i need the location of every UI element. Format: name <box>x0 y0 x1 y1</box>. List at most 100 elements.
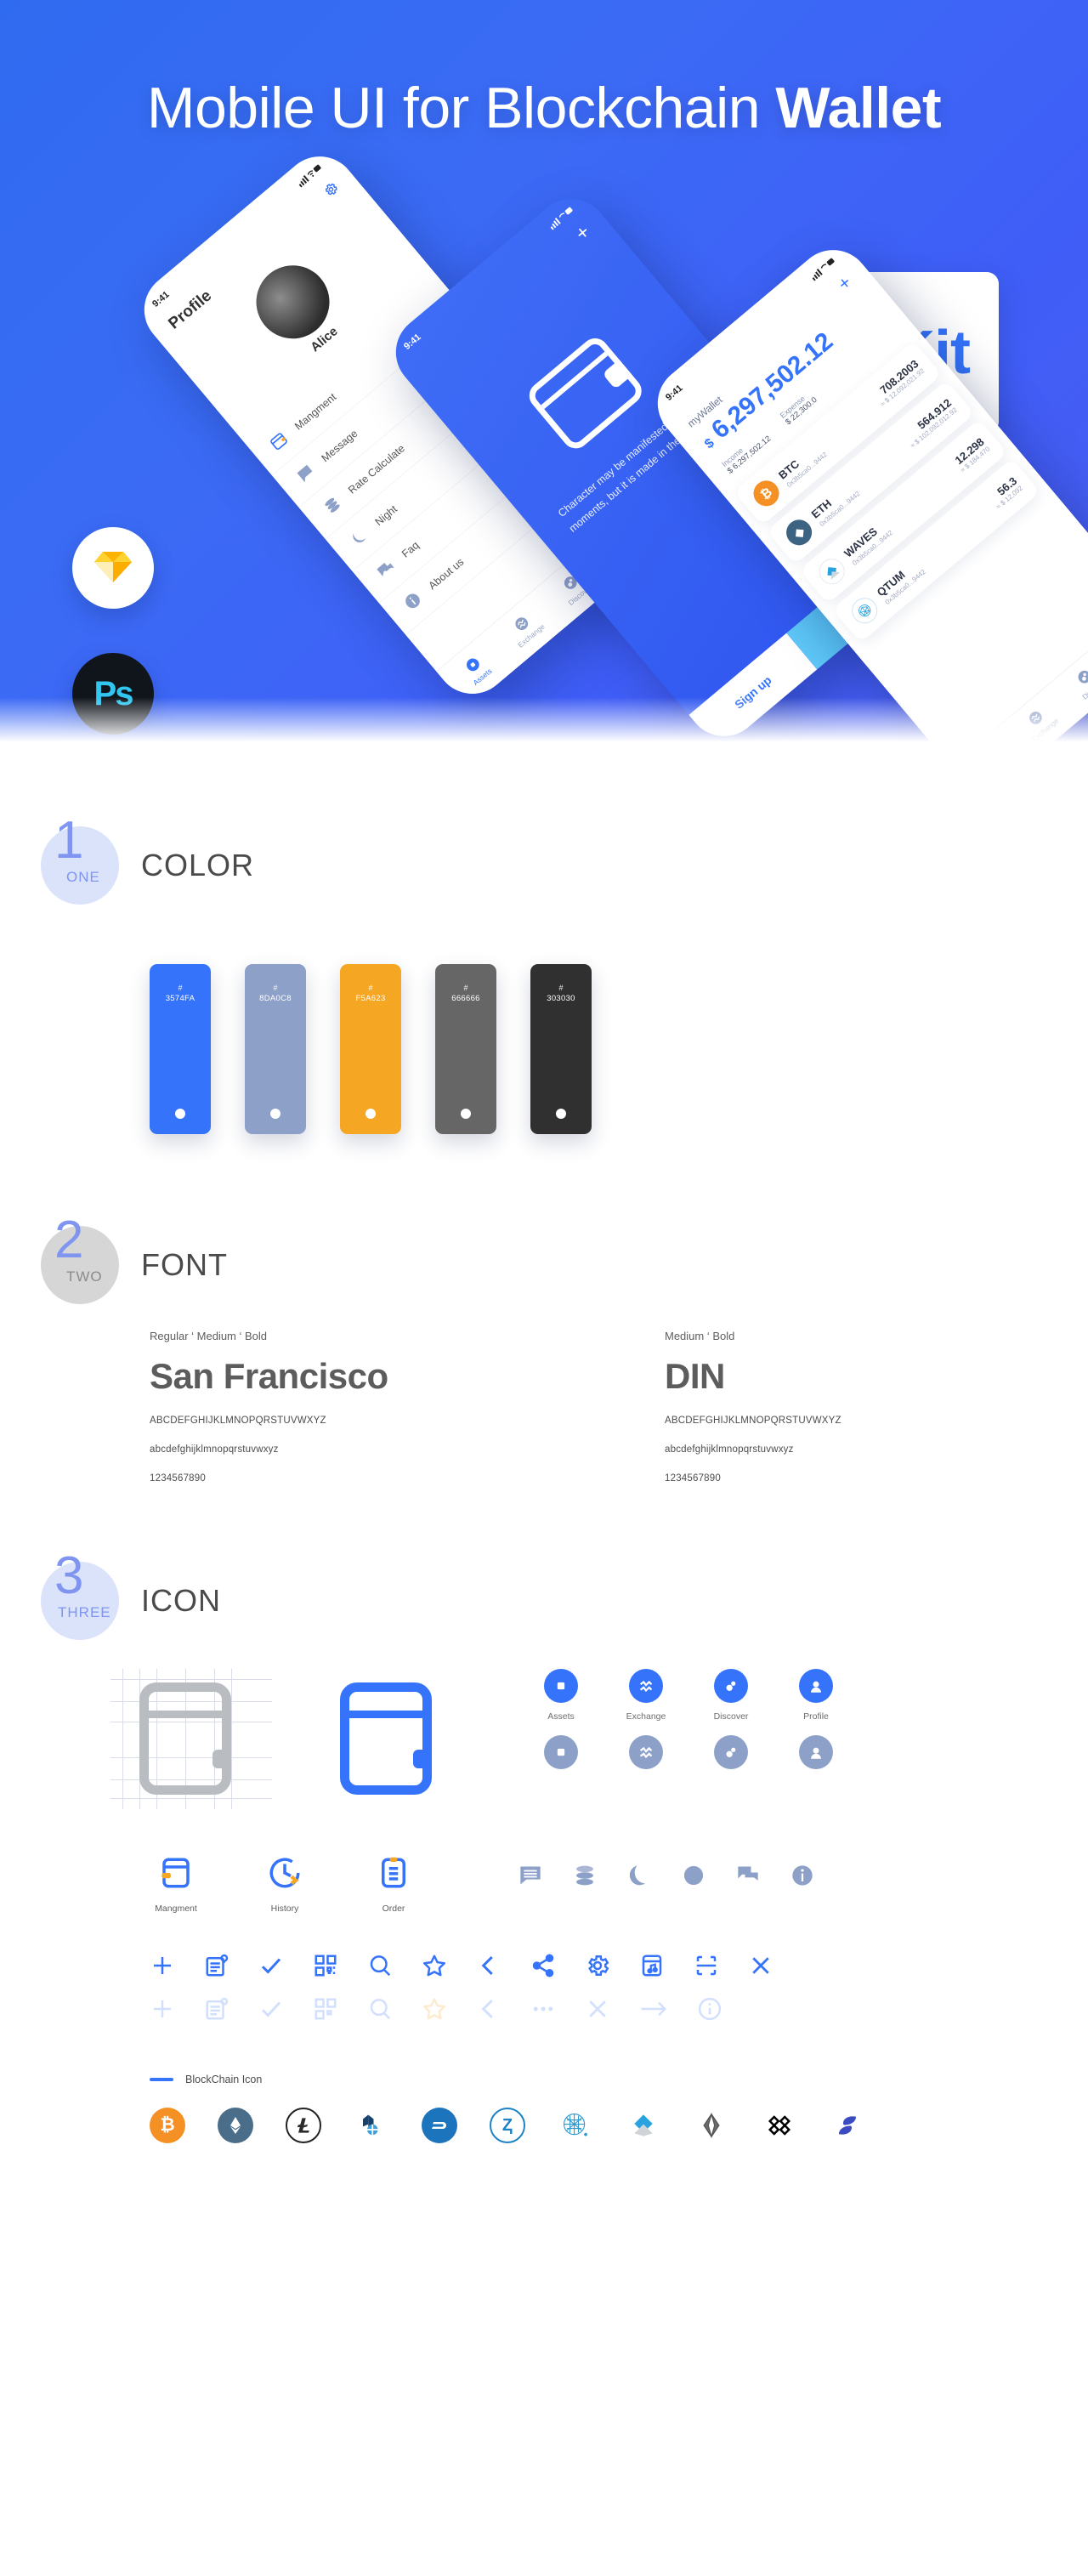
wallet-icon-blue-wrap <box>332 1669 459 1809</box>
swatch-hex: 3574FA <box>165 993 196 1003</box>
plus-icon[interactable]: + <box>571 220 596 246</box>
icon-label: Mangment <box>155 1904 197 1914</box>
icon-order[interactable]: Order <box>362 1855 425 1914</box>
wallet-grid-construction-icon <box>110 1669 272 1809</box>
bitcoin-icon[interactable]: ₿ <box>150 2108 185 2143</box>
icon-mangment[interactable]: Mangment <box>144 1855 207 1914</box>
nav-icon-row-inactive <box>536 1735 842 1769</box>
section-word: THREE <box>58 1604 111 1620</box>
rate-calculate-icon[interactable] <box>573 1864 597 1892</box>
plus-icon[interactable] <box>150 1953 175 1983</box>
gray-icon-row <box>518 1855 814 1892</box>
ethereum-icon[interactable] <box>218 2108 253 2143</box>
nav-icon-exchange-inactive[interactable] <box>620 1735 672 1769</box>
color-swatch[interactable]: # 666666 <box>435 964 496 1134</box>
check-icon[interactable] <box>258 1996 284 2026</box>
star-icon-orange[interactable] <box>422 1996 447 2026</box>
nav-icon-assets[interactable]: Assets <box>536 1669 586 1722</box>
close-icon[interactable] <box>585 1996 610 2026</box>
font-uppercase: ABCDEFGHIJKLMNOPQRSTUVWXYZ <box>150 1416 326 1426</box>
nav-icon-exchange[interactable]: Exchange <box>620 1669 672 1722</box>
font-uppercase: ABCDEFGHIJKLMNOPQRSTUVWXYZ <box>665 1416 842 1426</box>
star-icon[interactable] <box>422 1953 447 1983</box>
rate-calculate-icon <box>320 492 347 519</box>
exchange-icon <box>629 1735 663 1769</box>
swatch-dot <box>270 1109 280 1119</box>
more-dots-icon[interactable] <box>530 1996 556 2026</box>
eos-icon[interactable] <box>694 2108 729 2143</box>
swatch-hash: # <box>368 984 373 992</box>
font-lowercase: abcdefghijklmnopqrstuvwxyz <box>150 1444 279 1455</box>
document-settings-icon[interactable] <box>204 1996 230 2026</box>
menu-label: About us <box>426 555 467 593</box>
message-icon[interactable] <box>518 1864 542 1892</box>
history-icon <box>267 1858 303 1894</box>
litecoin-icon[interactable] <box>286 2108 321 2143</box>
qrcode-icon[interactable] <box>313 1996 338 2026</box>
wallet-icon <box>267 428 293 455</box>
swatch-dot <box>175 1109 185 1119</box>
scan-icon[interactable] <box>694 1953 719 1983</box>
nav-icon-discover-inactive[interactable] <box>706 1735 756 1769</box>
section-number-badge: 1 ONE <box>41 814 119 905</box>
tron-icon[interactable] <box>762 2108 797 2143</box>
chat-icon[interactable] <box>736 1864 760 1892</box>
nano-icon[interactable] <box>830 2108 865 2143</box>
nav-icon-profile[interactable]: Profile <box>790 1669 842 1722</box>
qtum-icon[interactable] <box>558 2108 593 2143</box>
search-icon[interactable] <box>367 1996 393 2026</box>
close-icon[interactable] <box>748 1953 774 1983</box>
nav-icon-profile-inactive[interactable] <box>790 1735 842 1769</box>
swatch-dot <box>366 1109 376 1119</box>
nav-icon-discover[interactable]: Discover <box>706 1669 756 1722</box>
gear-icon[interactable] <box>585 1953 610 1983</box>
wallet-icon-blue <box>340 1682 432 1795</box>
zcash-icon[interactable]: Ⱬ <box>490 2108 525 2143</box>
font-digits: 1234567890 <box>665 1473 721 1484</box>
discover-icon <box>1074 667 1088 688</box>
section-number: 3 <box>54 1546 84 1605</box>
wallet-music-icon[interactable] <box>639 1953 665 1983</box>
info-icon[interactable] <box>790 1864 814 1892</box>
waves-icon <box>813 553 850 590</box>
dash-icon[interactable] <box>422 2108 457 2143</box>
font-name: San Francisco <box>150 1356 388 1396</box>
icon-history[interactable]: History <box>253 1855 316 1914</box>
faq-icon <box>374 556 400 582</box>
section-number-badge: 2 TWO <box>41 1214 119 1304</box>
nav-icon-assets-inactive[interactable] <box>536 1735 586 1769</box>
plus-icon[interactable] <box>150 1996 175 2026</box>
share-icon[interactable] <box>530 1953 556 1983</box>
waves-icon[interactable] <box>626 2108 661 2143</box>
about-icon <box>400 587 427 614</box>
line-icon-row-primary <box>0 1953 1088 1983</box>
moon-icon[interactable] <box>627 1864 651 1892</box>
qrcode-icon[interactable] <box>313 1953 338 1983</box>
gear-icon[interactable] <box>320 179 343 203</box>
info-icon[interactable] <box>697 1996 722 2026</box>
swatch-hash: # <box>463 984 468 992</box>
color-swatch[interactable]: # F5A623 <box>340 964 401 1134</box>
back-chevron-icon[interactable] <box>476 1996 502 2026</box>
nav-icon-label: Exchange <box>626 1711 666 1722</box>
nav-icon-row-active: Assets Exchange Discover Profile <box>536 1669 842 1722</box>
bitshares-icon[interactable] <box>354 2108 389 2143</box>
icon-showcase: Assets Exchange Discover Profile <box>0 1669 1088 1809</box>
circle-icon[interactable] <box>682 1864 706 1892</box>
swatch-hash: # <box>558 984 564 992</box>
currency-symbol: $ <box>702 435 717 452</box>
section-number-badge: 3 THREE <box>41 1550 119 1640</box>
back-chevron-icon[interactable] <box>476 1953 502 1983</box>
search-icon[interactable] <box>367 1953 393 1983</box>
icon-row-labeled: Mangment History Order <box>0 1855 1088 1914</box>
arrow-right-icon[interactable] <box>639 1996 668 2026</box>
color-swatch[interactable]: # 303030 <box>530 964 592 1134</box>
status-time: 9:41 <box>402 332 423 352</box>
color-swatch[interactable]: # 8DA0C8 <box>245 964 306 1134</box>
icon-label: History <box>270 1904 299 1914</box>
document-settings-icon[interactable] <box>204 1953 230 1983</box>
section-word: TWO <box>66 1268 103 1285</box>
color-swatch[interactable]: # 3574FA <box>150 964 211 1134</box>
check-icon[interactable] <box>258 1953 284 1983</box>
order-icon <box>376 1857 411 1894</box>
